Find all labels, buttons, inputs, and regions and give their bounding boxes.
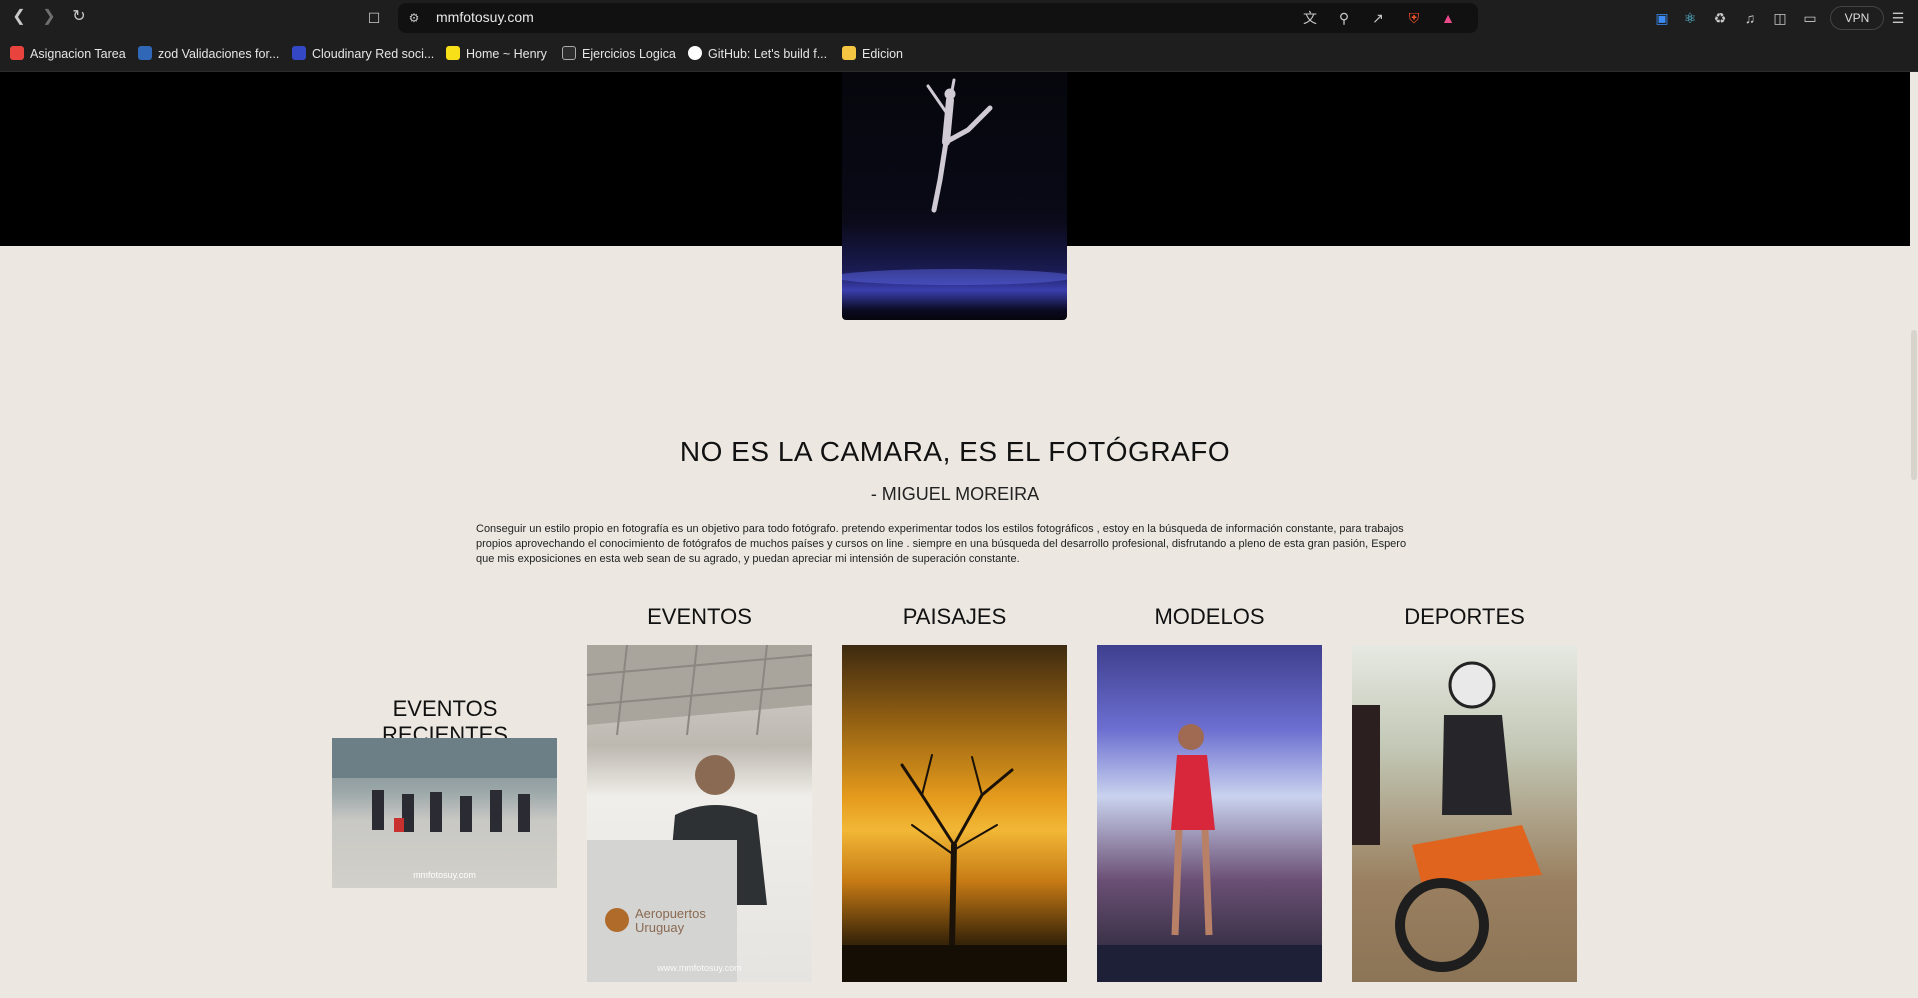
eventos-watermark: www.mmfotosuy.com — [657, 963, 742, 973]
category-photo-eventos[interactable]: Aeropuertos Uruguay www.mmfotosuy.com — [587, 645, 812, 982]
folder-icon — [842, 46, 856, 60]
react-devtools-icon[interactable]: ⚛ — [1680, 8, 1700, 28]
bookmark-label: GitHub: Let's build f... — [708, 47, 828, 61]
page-scrollbar[interactable] — [1910, 72, 1918, 998]
favicon-icon — [562, 46, 576, 60]
vpn-button[interactable]: VPN — [1830, 6, 1884, 30]
recent-watermark: mmfotosuy.com — [413, 870, 476, 880]
bookmark-label: Edicion — [862, 47, 903, 61]
bookmark-label: zod Validaciones for... — [158, 47, 280, 61]
reload-icon[interactable]: ↻ — [68, 6, 90, 28]
category-title-paisajes: PAISAJES — [902, 604, 1007, 629]
url-text[interactable]: mmfotosuy.com — [436, 9, 534, 25]
forward-icon[interactable]: ❯ — [38, 6, 60, 28]
scrollbar-thumb[interactable] — [1911, 330, 1917, 480]
bookmark-zod[interactable]: zod Validaciones for... — [138, 45, 279, 63]
bio-paragraph: Conseguir un estilo propio en fotografía… — [476, 523, 1407, 565]
zoom-icon[interactable]: ⚲ — [1334, 8, 1354, 28]
category-title-eventos: EVENTOS — [647, 604, 752, 629]
vpn-label: VPN — [1844, 11, 1870, 25]
bookmarks-bar: Asignacion Tarea zod Validaciones for...… — [0, 36, 1918, 72]
share-icon[interactable]: ↗ — [1368, 8, 1388, 28]
motocross-rider-icon — [1352, 661, 1542, 972]
brave-shield-icon[interactable]: ⛨ — [1404, 8, 1424, 28]
favicon-icon — [446, 46, 460, 60]
category-title-deportes: DEPORTES — [1404, 604, 1525, 629]
recent-event-photo[interactable]: mmfotosuy.com — [332, 738, 557, 888]
favicon-icon — [138, 46, 152, 60]
author-name: - MIGUEL MOREIRA — [870, 484, 1040, 504]
category-photo-deportes[interactable] — [1352, 645, 1577, 982]
music-icon[interactable]: ♫ — [1740, 8, 1760, 28]
sidebar-icon[interactable]: ◫ — [1770, 8, 1790, 28]
bookmark-label: Ejercicios Logica — [582, 47, 676, 61]
bookmark-label: Cloudinary Red soci... — [312, 47, 435, 61]
menu-icon[interactable]: ☰ — [1888, 8, 1908, 28]
bookmark-edicion[interactable]: Edicion — [842, 45, 903, 63]
favicon-icon — [10, 46, 24, 60]
rewards-icon[interactable]: ▲ — [1438, 8, 1458, 28]
translate-icon[interactable]: 文 — [1300, 8, 1320, 28]
back-icon[interactable]: ❮ — [8, 6, 30, 28]
wallet-icon[interactable]: ▭ — [1800, 8, 1820, 28]
tree-silhouette-icon — [842, 754, 1067, 982]
site-info-icon[interactable]: ⚙ — [404, 8, 424, 28]
dancer-figure-icon — [842, 78, 1067, 285]
favicon-icon — [292, 46, 306, 60]
category-photo-paisajes[interactable] — [842, 645, 1067, 982]
bookmark-asignacion-tarea[interactable]: Asignacion Tarea — [10, 45, 126, 63]
bookmark-cloudinary[interactable]: Cloudinary Red soci... — [292, 45, 434, 63]
podium-text: Aeropuertos Uruguay — [635, 906, 706, 935]
page-headline: NO ES LA CAMARA, ES EL FOTÓGRAFO — [679, 436, 1231, 467]
github-icon — [688, 46, 702, 60]
browser-toolbar: ❮ ❯ ↻ ☐ ⚙ mmfotosuy.com 文 ⚲ ↗ ⛨ ▲ ▣ ⚛ ♻ … — [0, 0, 1918, 36]
model-figure-icon — [1097, 724, 1322, 982]
bookmark-icon[interactable]: ☐ — [364, 8, 384, 28]
runners-scene-icon — [332, 738, 557, 832]
category-photo-modelos[interactable] — [1097, 645, 1322, 982]
hero-dancer-photo[interactable] — [842, 72, 1067, 320]
extension-icon[interactable]: ▣ — [1652, 8, 1672, 28]
category-title-modelos: MODELOS — [1154, 604, 1265, 629]
bookmark-henry[interactable]: Home ~ Henry — [446, 45, 547, 63]
bookmark-label: Asignacion Tarea — [30, 47, 126, 61]
bookmark-github[interactable]: GitHub: Let's build f... — [688, 45, 827, 63]
bookmark-label: Home ~ Henry — [466, 47, 547, 61]
puzzle-icon[interactable]: ♻ — [1710, 8, 1730, 28]
bookmark-ejercicios[interactable]: Ejercicios Logica — [562, 45, 676, 63]
